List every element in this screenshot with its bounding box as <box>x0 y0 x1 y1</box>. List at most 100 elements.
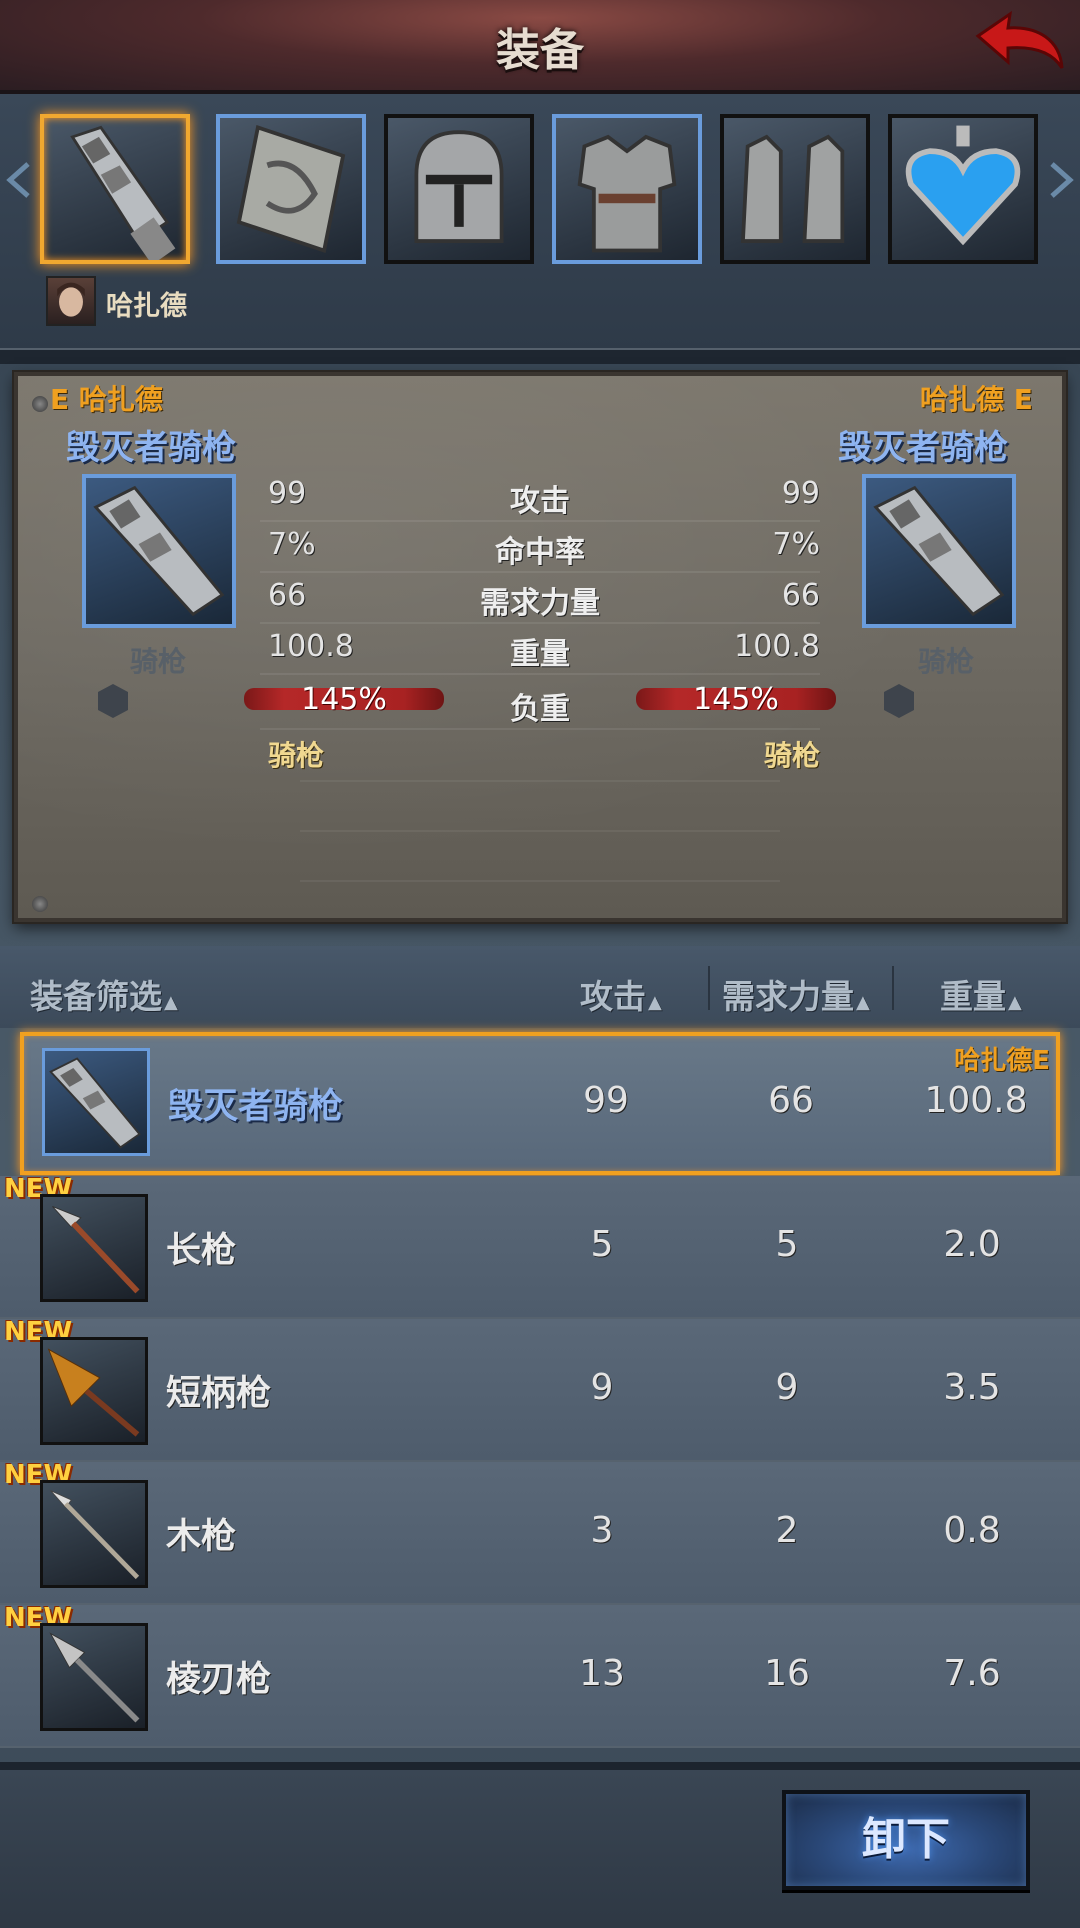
helmet-icon <box>414 130 504 243</box>
slot-armor[interactable] <box>552 114 702 264</box>
right-value: 145% <box>693 682 779 717</box>
divider <box>892 966 894 1010</box>
right-value: 100.8 <box>734 629 820 664</box>
sort-attack-button[interactable]: 攻击 ▲ <box>580 970 662 1018</box>
sort-triangle-icon: ▲ <box>164 992 178 1013</box>
rivet <box>32 896 48 912</box>
stat-row-weapon-type: 骑枪 骑枪 <box>260 730 820 780</box>
list-item[interactable]: NEW 木枪 3 2 0.8 <box>0 1460 1080 1605</box>
sort-triangle-icon: ▲ <box>648 992 662 1013</box>
amulet-icon <box>905 125 1021 246</box>
slot-boots[interactable] <box>720 114 870 264</box>
short-spear-icon <box>47 1348 140 1437</box>
item-weight: 0.8 <box>943 1510 1001 1551</box>
left-weapon-name: 毁灭者骑枪 <box>66 428 236 468</box>
sort-triangle-icon: ▲ <box>856 992 870 1013</box>
list-item[interactable]: NEW 短柄枪 9 9 3.5 <box>0 1317 1080 1462</box>
item-strength: 2 <box>775 1510 799 1551</box>
stat-row-accuracy: 7% 命中率 7% <box>260 521 820 573</box>
item-icon <box>40 1623 148 1731</box>
sort-strength-button[interactable]: 需求力量 ▲ <box>722 970 870 1018</box>
slot-amulet[interactable] <box>888 114 1038 264</box>
sort-weight-button[interactable]: 重量 ▲ <box>940 970 1022 1018</box>
item-strength: 66 <box>768 1080 814 1121</box>
item-name: 短柄枪 <box>166 1374 272 1414</box>
item-name: 木枪 <box>166 1517 237 1557</box>
item-icon <box>42 1048 150 1156</box>
left-owner-tag: E 哈扎德 <box>50 383 163 416</box>
item-icon <box>40 1480 148 1588</box>
item-owner-tag: 哈扎德E <box>954 1046 1050 1076</box>
right-value: 66 <box>781 578 820 613</box>
blade-spear-icon <box>49 1632 140 1723</box>
item-attack: 5 <box>590 1224 614 1265</box>
back-button[interactable] <box>968 6 1068 86</box>
item-attack: 99 <box>583 1080 629 1121</box>
item-strength: 5 <box>775 1224 799 1265</box>
unequip-button[interactable]: 卸下 <box>782 1790 1030 1890</box>
list-item[interactable]: 毁灭者骑枪 99 66 100.8 哈扎德E <box>20 1032 1060 1175</box>
right-weapon-type: 骑枪 <box>918 645 975 678</box>
item-name: 毁灭者骑枪 <box>168 1087 344 1127</box>
list-item[interactable]: NEW 棱刃枪 13 16 7.6 <box>0 1603 1080 1748</box>
armor-icon <box>577 134 677 253</box>
filter-button[interactable]: 装备筛选 ▲ <box>30 970 178 1018</box>
back-arrow-icon <box>975 10 1064 69</box>
avatar <box>57 282 85 317</box>
gem-socket-icon <box>884 684 914 718</box>
scroll-right-icon[interactable] <box>1046 160 1076 200</box>
divider <box>0 348 1080 364</box>
item-name: 长枪 <box>166 1231 237 1271</box>
divider <box>300 880 780 882</box>
wooden-spear-icon <box>50 1490 140 1580</box>
item-strength: 16 <box>764 1653 810 1694</box>
rivet <box>32 396 48 412</box>
slot-helmet[interactable] <box>384 114 534 264</box>
slot-shield[interactable] <box>216 114 366 264</box>
shield-icon <box>236 124 346 254</box>
item-weight: 100.8 <box>924 1080 1028 1121</box>
slot-weapon[interactable] <box>40 114 190 264</box>
gem-socket-icon <box>98 684 128 718</box>
filter-label: 装备筛选 <box>30 977 162 1016</box>
right-weapon-icon <box>862 474 1016 628</box>
lance-icon <box>49 1057 141 1149</box>
item-weight: 3.5 <box>943 1367 1001 1408</box>
scroll-left-icon[interactable] <box>4 160 34 200</box>
sort-triangle-icon: ▲ <box>1008 992 1022 1013</box>
stat-label: 攻击 <box>510 484 570 519</box>
unequip-label: 卸下 <box>862 1814 950 1865</box>
equipment-list: 毁灭者骑枪 99 66 100.8 哈扎德E NEW 长枪 5 5 2.0 NE… <box>0 1030 1080 1750</box>
divider <box>708 966 710 1010</box>
item-attack: 13 <box>579 1653 625 1694</box>
item-icon <box>40 1337 148 1445</box>
lance-icon <box>873 485 1005 617</box>
weight-header: 重量 <box>940 977 1006 1016</box>
boots-icon <box>740 134 845 243</box>
spear-icon <box>52 1206 140 1294</box>
left-weapon-type: 骑枪 <box>130 645 187 678</box>
stat-row-strength: 66 需求力量 66 <box>260 572 820 624</box>
header: 装备 <box>0 0 1080 94</box>
right-owner-tag: 哈扎德 E <box>920 383 1033 416</box>
page-title: 装备 <box>496 25 584 76</box>
stat-row-attack: 99 攻击 99 <box>260 470 820 522</box>
divider <box>300 830 780 832</box>
item-icon <box>40 1194 148 1302</box>
right-value: 7% <box>772 527 820 562</box>
lance-icon <box>70 125 176 260</box>
left-weapon-icon <box>82 474 236 628</box>
stat-label: 命中率 <box>495 535 585 570</box>
character-name: 哈扎德 <box>106 291 187 322</box>
stat-row-load: 145% 负重 145% <box>244 678 836 730</box>
list-item[interactable]: NEW 长枪 5 5 2.0 <box>0 1174 1080 1319</box>
left-weapon-class: 骑枪 <box>268 739 325 772</box>
lance-icon <box>93 485 225 617</box>
item-name: 棱刃枪 <box>166 1660 272 1700</box>
item-weight: 2.0 <box>943 1224 1001 1265</box>
character-portrait <box>46 276 96 326</box>
divider <box>300 780 780 782</box>
item-strength: 9 <box>775 1367 799 1408</box>
right-weapon-name: 毁灭者骑枪 <box>838 428 1008 468</box>
strength-header: 需求力量 <box>722 977 854 1016</box>
